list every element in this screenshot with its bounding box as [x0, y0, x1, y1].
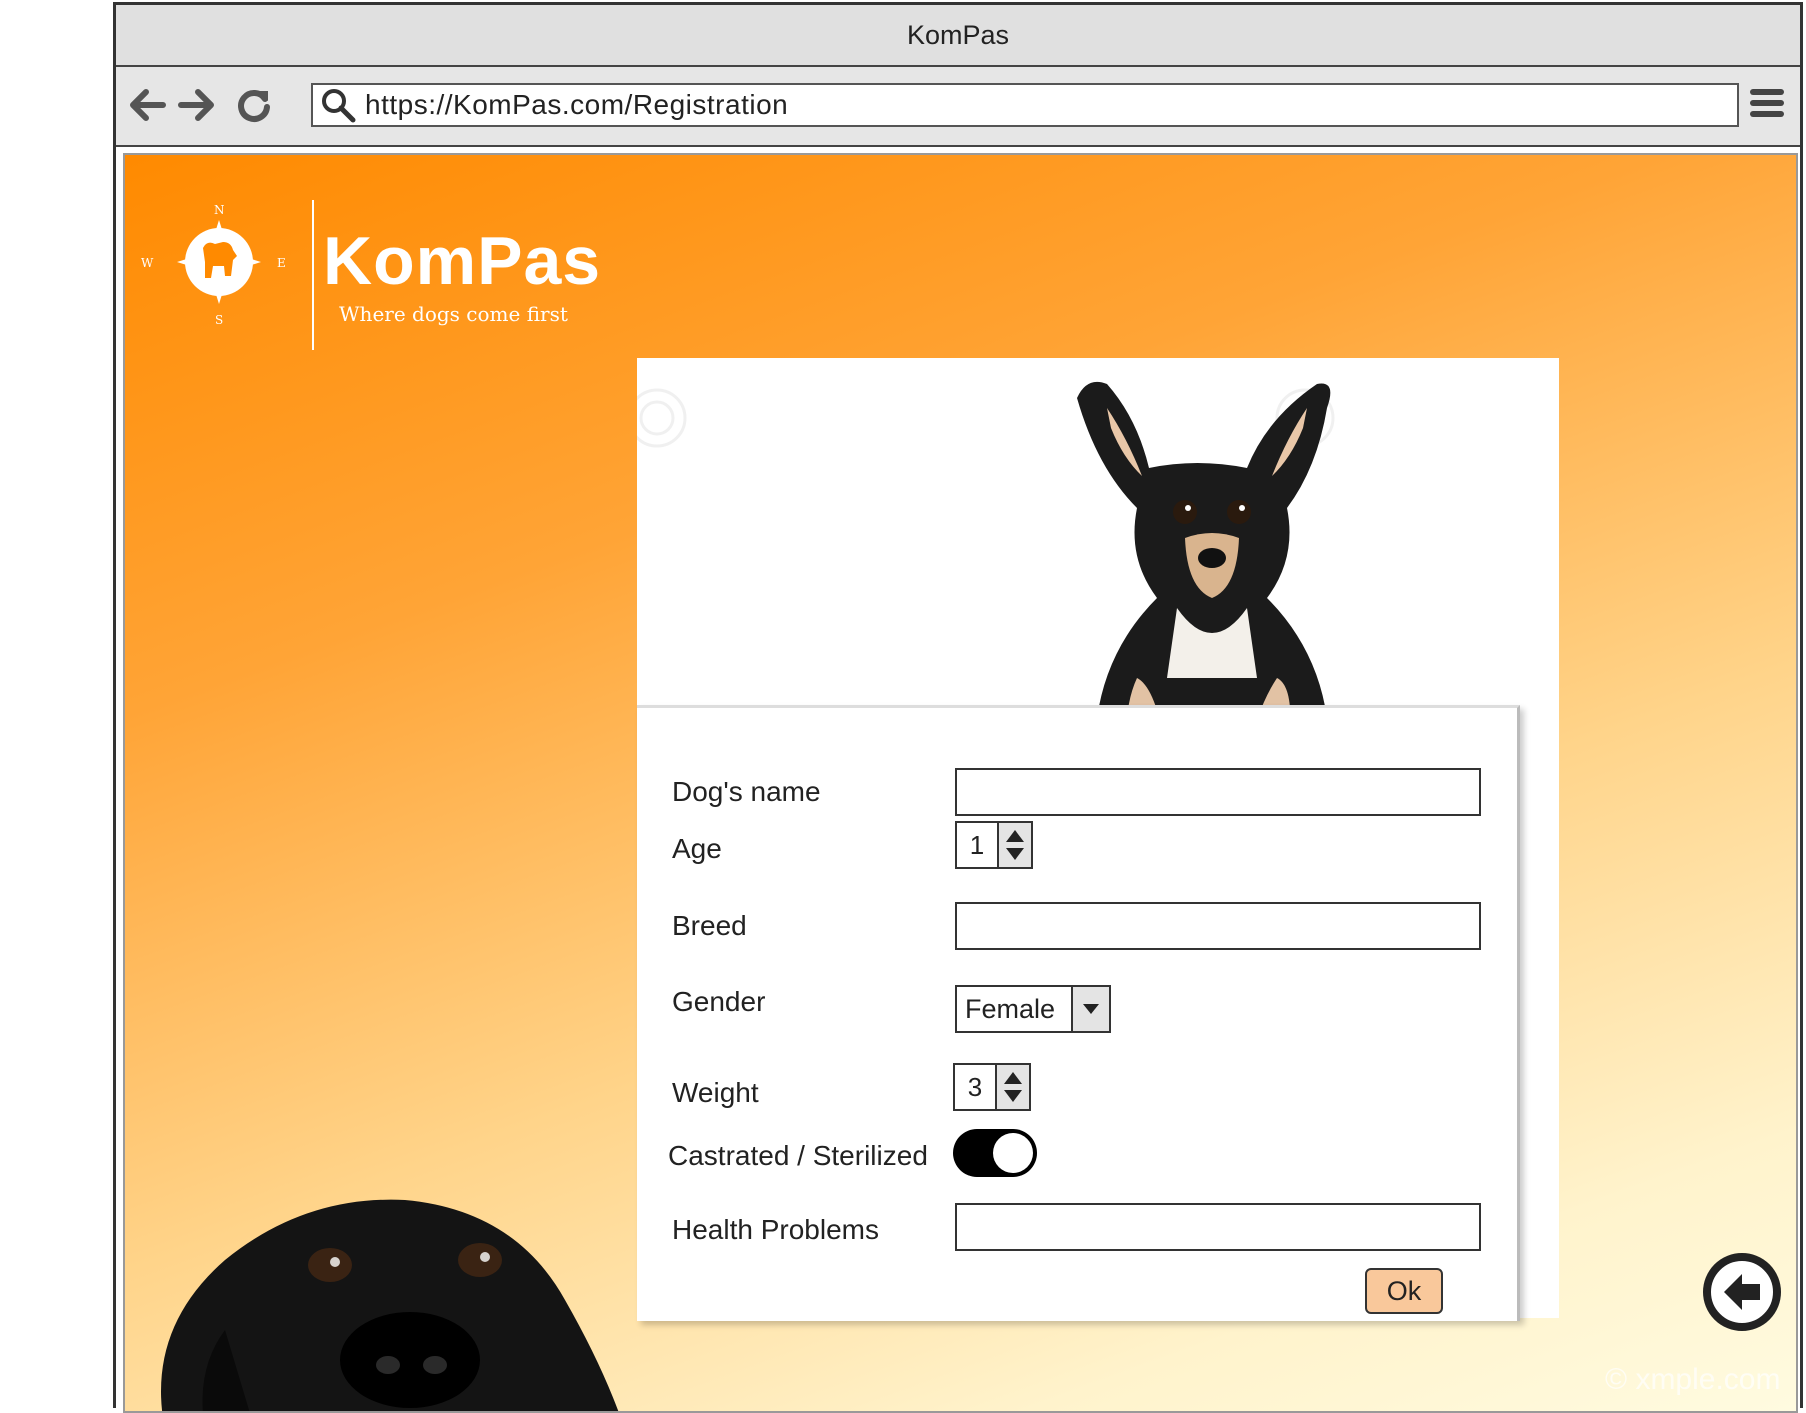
watermark-text: © xmple.com [1605, 1363, 1781, 1396]
weight-stepper[interactable]: 3 [953, 1063, 1031, 1111]
spin-arrows-icon [1006, 830, 1024, 860]
compass-south-label: S [215, 313, 223, 327]
menu-button[interactable] [1750, 89, 1784, 123]
breed-label: Breed [672, 910, 747, 941]
brand-logo[interactable]: N S W E KomPas Where dogs come first [137, 200, 637, 360]
health-problems-input[interactable] [955, 1203, 1481, 1251]
gender-value: Female [965, 993, 1056, 1024]
age-stepper-arrows[interactable] [997, 823, 1031, 867]
chevron-down-icon [1083, 1004, 1099, 1014]
age-value: 1 [969, 829, 985, 860]
arrow-left-icon [130, 89, 166, 121]
weight-stepper-arrows[interactable] [995, 1065, 1029, 1109]
brand-name: KomPas [323, 223, 602, 299]
dog-name-input[interactable] [955, 768, 1481, 816]
breed-input[interactable] [955, 902, 1481, 950]
brand-tagline: Where dogs come first [339, 302, 568, 326]
back-button[interactable] [128, 85, 168, 125]
gender-select[interactable]: Female [955, 985, 1111, 1033]
browser-toolbar: https://KomPas.com/Registration [116, 67, 1800, 147]
dog-name-label: Dog's name [672, 776, 821, 807]
compass-north-label: N [214, 203, 225, 217]
health-problems-label: Health Problems [672, 1214, 879, 1245]
url-text: https://KomPas.com/Registration [365, 89, 789, 120]
registration-form: Dog's name Age 1 Breed Gender Female Wei… [637, 705, 1520, 1321]
back-circle-button[interactable] [1702, 1252, 1782, 1332]
age-label: Age [672, 833, 722, 864]
ok-button[interactable]: Ok [1365, 1268, 1443, 1314]
weight-value: 3 [967, 1071, 983, 1102]
black-dog-image [161, 1199, 619, 1411]
chihuahua-image [637, 358, 1559, 758]
reload-button[interactable] [234, 85, 274, 125]
arrow-circle-left-icon [1703, 1253, 1781, 1331]
page-content: N S W E KomPas Where dogs come first Dog… [123, 153, 1798, 1413]
window-title: KomPas [116, 5, 1800, 67]
forward-button[interactable] [176, 85, 216, 125]
castrated-toggle[interactable] [953, 1129, 1037, 1177]
registration-card: Dog's name Age 1 Breed Gender Female Wei… [637, 358, 1559, 1321]
age-stepper[interactable]: 1 [955, 821, 1033, 869]
browser-window: KomPas https://KomPas.com/Registration N… [113, 2, 1803, 1413]
toggle-knob [993, 1133, 1033, 1173]
gender-dropdown-button[interactable] [1071, 987, 1109, 1031]
logo-divider [312, 200, 314, 350]
address-bar[interactable]: https://KomPas.com/Registration [311, 83, 1739, 127]
arrow-right-icon [178, 89, 214, 121]
compass-east-label: E [277, 256, 286, 270]
compass-dog-icon: N S W E [141, 203, 286, 327]
hamburger-menu-icon [1750, 89, 1784, 95]
gender-label: Gender [672, 986, 766, 1017]
reload-icon [238, 90, 270, 122]
castrated-label: Castrated / Sterilized [668, 1140, 928, 1171]
weight-label: Weight [672, 1077, 759, 1108]
compass-west-label: W [141, 256, 154, 270]
spin-arrows-icon [1004, 1072, 1022, 1102]
search-icon [322, 89, 356, 123]
